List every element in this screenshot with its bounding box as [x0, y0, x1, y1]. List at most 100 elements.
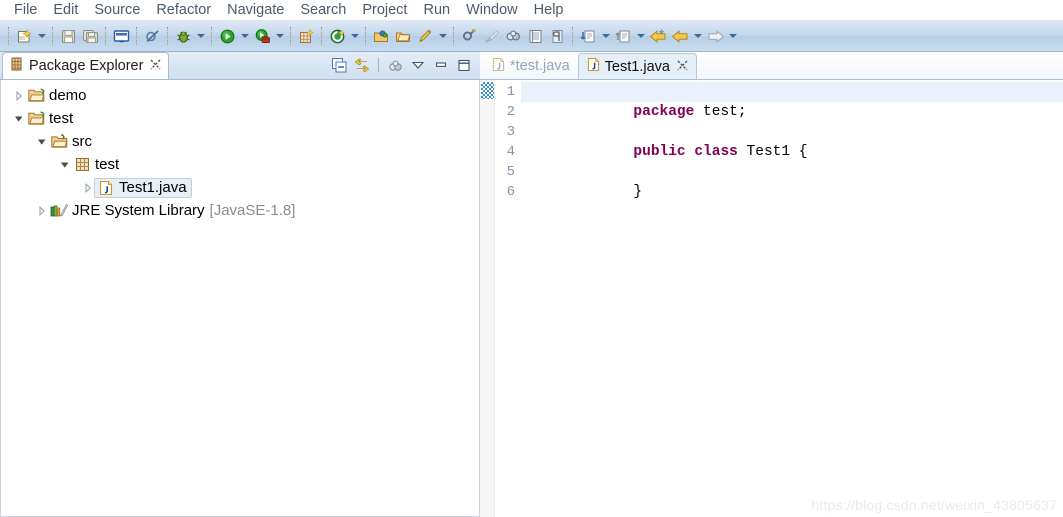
code-token-text: }	[633, 184, 643, 200]
editor-code-area[interactable]: package test; public class Test1 { }	[521, 80, 1063, 517]
tree-item-src[interactable]: src	[1, 130, 479, 153]
chevron-down-icon[interactable]	[34, 138, 50, 146]
line-number: 6	[506, 184, 515, 200]
close-icon[interactable]	[677, 59, 688, 75]
view-menu-icon[interactable]	[408, 55, 428, 75]
open-task-icon[interactable]	[392, 25, 414, 47]
source-folder-icon	[50, 133, 68, 150]
menu-item-source[interactable]: Source	[86, 0, 148, 20]
toolbar-separator	[321, 27, 322, 45]
maximize-icon[interactable]	[454, 55, 474, 75]
code-token-keyword: package	[633, 104, 695, 120]
code-token-text: Test1 {	[737, 144, 808, 160]
package-explorer-tabbar: Package Explorer	[0, 52, 480, 80]
console-icon[interactable]	[110, 25, 132, 47]
link-with-editor-icon[interactable]	[352, 55, 372, 75]
tree-item-label: test	[95, 156, 120, 173]
minimize-icon[interactable]	[431, 55, 451, 75]
run-play-icon[interactable]	[216, 25, 238, 47]
tab-test1-java[interactable]: Test1.java	[577, 53, 697, 79]
new-java-project-icon[interactable]	[295, 25, 317, 47]
back-dropdown-arrow-icon[interactable]	[691, 25, 704, 47]
external-tools-icon[interactable]	[251, 25, 273, 47]
code-token-keyword: class	[694, 144, 738, 160]
tree-item-demo[interactable]: demo	[1, 84, 479, 107]
menu-item-search[interactable]: Search	[292, 0, 354, 20]
run-dropdown-arrow-icon[interactable]	[238, 25, 251, 47]
previous-annotation-dropdown-arrow-icon[interactable]	[634, 25, 647, 47]
java-file-icon	[587, 57, 600, 76]
debug-bug-icon[interactable]	[172, 25, 194, 47]
debug-dropdown-arrow-icon[interactable]	[194, 25, 207, 47]
back-arrow-icon[interactable]	[647, 25, 669, 47]
package-explorer-icon	[11, 57, 24, 76]
tree-item-test1-java[interactable]: Test1.java	[1, 176, 479, 199]
external-tools-dropdown-arrow-icon[interactable]	[273, 25, 286, 47]
tree-item-label: Test1.java	[119, 179, 187, 196]
new-java-class-icon[interactable]	[326, 25, 348, 47]
back-history-arrow-icon[interactable]	[669, 25, 691, 47]
forward-dropdown-arrow-icon[interactable]	[726, 25, 739, 47]
open-type-icon[interactable]	[370, 25, 392, 47]
tree-item-jre-system-library[interactable]: JRE System Library [JavaSE-1.8]	[1, 199, 479, 222]
tab-package-explorer[interactable]: Package Explorer	[2, 52, 170, 79]
outline-icon[interactable]	[524, 25, 546, 47]
new-class-dropdown-arrow-icon[interactable]	[348, 25, 361, 47]
editor-tab-label: *test.java	[510, 58, 570, 74]
package-explorer-view: Package Explorer demo test src test Test…	[0, 52, 480, 517]
clear-icon[interactable]	[480, 25, 502, 47]
next-annotation-dropdown-arrow-icon[interactable]	[599, 25, 612, 47]
next-annotation-icon[interactable]	[577, 25, 599, 47]
menu-item-window[interactable]: Window	[458, 0, 526, 20]
tree-item-selection[interactable]: Test1.java	[94, 177, 192, 198]
previous-annotation-icon[interactable]	[612, 25, 634, 47]
menu-item-project[interactable]: Project	[354, 0, 415, 20]
workbench-area: Package Explorer demo test src test Test…	[0, 52, 1063, 517]
java-file-icon	[97, 179, 115, 196]
tree-item-suffix: [JavaSE-1.8]	[209, 202, 296, 219]
toolbar-separator	[365, 27, 366, 45]
tree-item-test-project[interactable]: test	[1, 107, 479, 130]
tree-item-label: src	[72, 133, 92, 150]
toolbar-separator	[52, 27, 53, 45]
chevron-down-icon[interactable]	[11, 115, 27, 123]
toggle-mark-occurrences-icon[interactable]	[414, 25, 436, 47]
chevron-down-icon[interactable]	[57, 161, 73, 169]
save-all-icon[interactable]	[79, 25, 101, 47]
focus-on-active-task-icon[interactable]	[385, 55, 405, 75]
toolbar-separator	[8, 27, 9, 45]
skip-breakpoints-icon[interactable]	[141, 25, 163, 47]
package-icon	[73, 156, 91, 173]
editor-tabbar: *test.java Test1.java	[480, 52, 1063, 80]
menu-item-help[interactable]: Help	[526, 0, 572, 20]
editor-body[interactable]: 1 2 3 4 5 6 package test; public class T	[480, 80, 1063, 517]
watermark-text: https://blog.csdn.net/weixin_43805637	[811, 497, 1057, 513]
menu-item-run[interactable]: Run	[415, 0, 458, 20]
save-icon[interactable]	[57, 25, 79, 47]
show-whitespace-icon[interactable]	[546, 25, 568, 47]
menu-item-navigate[interactable]: Navigate	[219, 0, 292, 20]
toolbar-separator	[378, 58, 379, 72]
mark-occurrences-dropdown-arrow-icon[interactable]	[436, 25, 449, 47]
toolbar-separator	[105, 27, 106, 45]
editor-vertical-ruler[interactable]	[480, 80, 495, 517]
package-explorer-tree[interactable]: demo test src test Test1.java JRE System…	[0, 80, 480, 517]
eclipse-ide-window: File Edit Source Refactor Navigate Searc…	[0, 0, 1063, 517]
chevron-right-icon[interactable]	[11, 90, 27, 101]
toolbar-separator	[572, 27, 573, 45]
tab-test-java[interactable]: *test.java	[484, 53, 578, 79]
tree-item-test-package[interactable]: test	[1, 153, 479, 176]
menu-item-file[interactable]: File	[6, 0, 45, 20]
task-repository-icon[interactable]	[502, 25, 524, 47]
code-line[interactable]: package test;	[521, 82, 1063, 120]
new-icon[interactable]	[13, 25, 35, 47]
new-dropdown-arrow-icon[interactable]	[35, 25, 48, 47]
menu-item-refactor[interactable]: Refactor	[148, 0, 219, 20]
close-icon[interactable]	[150, 57, 161, 75]
menu-item-edit[interactable]: Edit	[45, 0, 86, 20]
new-task-icon[interactable]	[458, 25, 480, 47]
forward-arrow-icon[interactable]	[704, 25, 726, 47]
chevron-right-icon[interactable]	[34, 205, 50, 216]
code-token-keyword: public	[633, 144, 686, 160]
collapse-all-icon[interactable]	[329, 55, 349, 75]
